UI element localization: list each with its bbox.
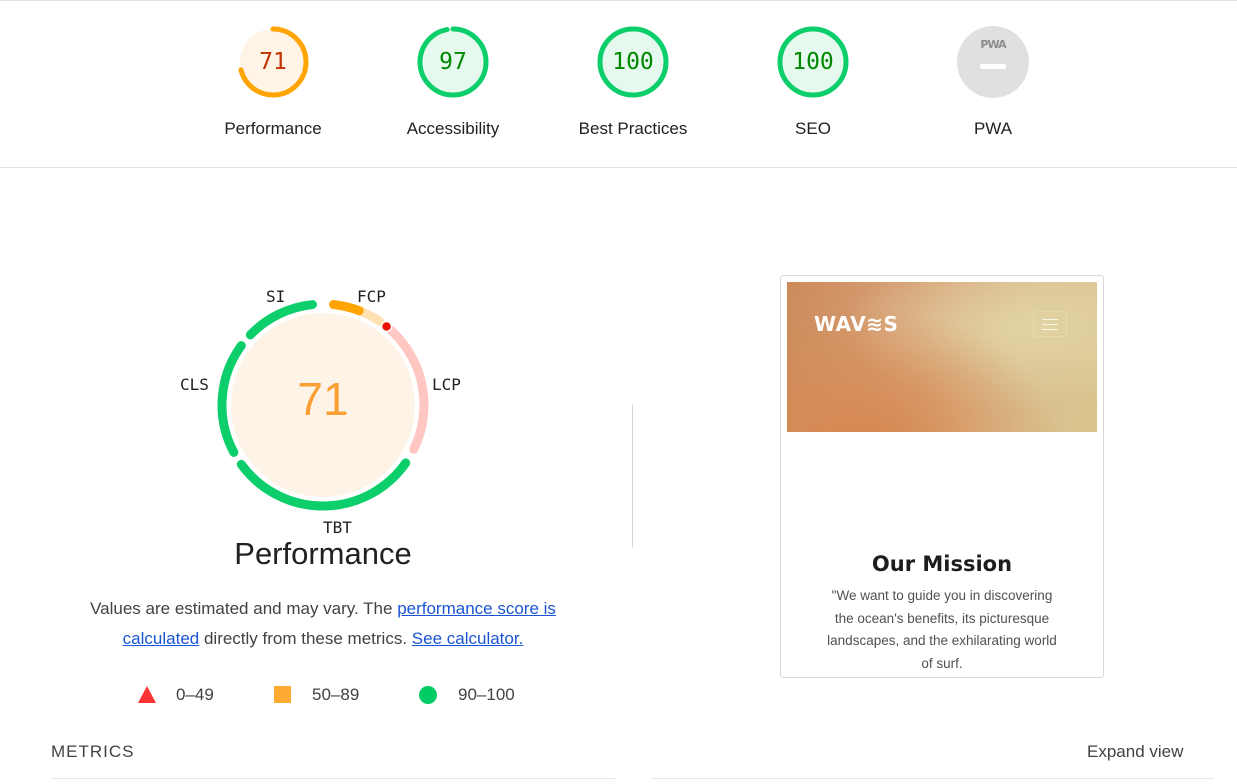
metric-label-fcp: FCP — [357, 287, 386, 306]
description-text-middle: directly from these metrics. — [199, 629, 412, 648]
gauge-pwa[interactable]: PWA PWA — [918, 25, 1068, 139]
metric-label-tbt: TBT — [323, 518, 352, 537]
performance-description: Values are estimated and may vary. The p… — [60, 594, 586, 654]
gauge-accessibility-score: 97 — [439, 49, 467, 75]
description-text-start: Values are estimated and may vary. The — [90, 599, 398, 618]
fcp-arc — [329, 300, 364, 316]
gauge-accessibility-ring: 97 — [416, 25, 490, 99]
lcp-marker-dot — [380, 320, 393, 333]
gauge-performance-label: Performance — [224, 119, 322, 138]
gauge-performance-score: 71 — [259, 49, 287, 75]
metrics-rule-left — [51, 778, 615, 779]
gauge-pwa-label: PWA — [973, 119, 1013, 138]
mission-title: Our Mission — [871, 552, 1013, 576]
gauge-accessibility-label: Accessibility — [406, 119, 500, 138]
pwa-badge-icon — [957, 26, 1029, 98]
performance-title: Performance — [234, 536, 412, 571]
mission-text: "We want to guide you in discovering the… — [827, 588, 1057, 671]
gauge-best-practices-score: 100 — [612, 49, 654, 75]
expand-view-toggle[interactable]: Expand view — [1087, 742, 1183, 762]
triangle-icon — [138, 686, 156, 703]
gauge-performance[interactable]: 71 Performance — [198, 25, 348, 139]
gauge-seo-label: SEO — [795, 119, 831, 138]
category-gauges-strip: 71 Performance 97 Accessibility 100 Best Prac… — [0, 1, 1237, 168]
legend-pass-label: 90–100 — [458, 685, 515, 704]
gauge-pwa-ring: PWA — [956, 25, 1030, 99]
see-calculator-link[interactable]: See calculator. — [412, 629, 524, 648]
final-screenshot[interactable]: WAV≋S Our Mission "We want to guide you … — [780, 275, 1104, 678]
metrics-rule-right — [651, 778, 1214, 779]
gauge-best-practices[interactable]: 100 Best Practices — [558, 25, 708, 139]
gauge-accessibility[interactable]: 97 Accessibility — [378, 25, 528, 139]
metrics-heading: METRICS — [51, 742, 135, 761]
gauge-best-practices-label: Best Practices — [578, 119, 688, 138]
site-logo: WAV≋S — [814, 312, 899, 336]
metric-label-cls: CLS — [180, 375, 209, 394]
menu-icon — [1033, 311, 1067, 337]
metric-label-si: SI — [266, 287, 286, 306]
vertical-divider — [632, 404, 633, 548]
legend-average-label: 50–89 — [312, 685, 360, 704]
screenshot-hero-image: WAV≋S — [787, 282, 1097, 432]
square-icon — [274, 686, 291, 703]
legend-fail-label: 0–49 — [176, 685, 214, 704]
gauge-performance-ring: 71 — [236, 25, 310, 99]
gauge-seo-ring: 100 — [776, 25, 850, 99]
performance-score-large: 71 — [297, 373, 349, 425]
gauge-seo-score: 100 — [792, 49, 834, 75]
gauge-best-practices-ring: 100 — [596, 25, 670, 99]
pwa-dash-icon — [980, 64, 1006, 69]
circle-icon — [419, 686, 437, 704]
pwa-badge-text: PWA — [980, 38, 1006, 51]
metric-label-lcp: LCP — [432, 375, 461, 394]
gauge-seo[interactable]: 100 SEO — [738, 25, 888, 139]
